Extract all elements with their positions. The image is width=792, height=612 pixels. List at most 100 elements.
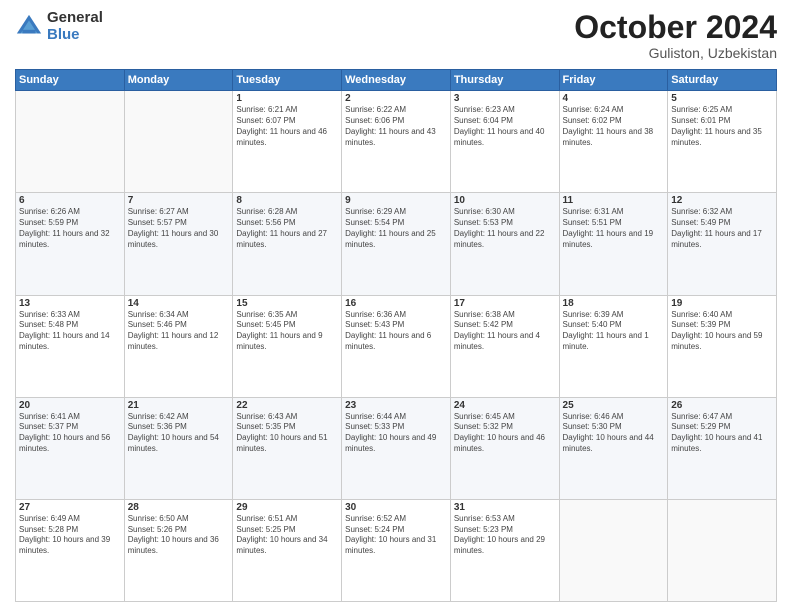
calendar-location: Guliston, Uzbekistan	[574, 45, 777, 61]
col-thursday: Thursday	[450, 70, 559, 91]
table-row: 14Sunrise: 6:34 AMSunset: 5:46 PMDayligh…	[124, 295, 233, 397]
table-row: 15Sunrise: 6:35 AMSunset: 5:45 PMDayligh…	[233, 295, 342, 397]
day-number: 2	[345, 93, 447, 104]
day-number: 30	[345, 502, 447, 513]
day-info: Sunrise: 6:46 AMSunset: 5:30 PMDaylight:…	[563, 412, 665, 455]
calendar-week-row: 1Sunrise: 6:21 AMSunset: 6:07 PMDaylight…	[16, 91, 777, 193]
day-info: Sunrise: 6:21 AMSunset: 6:07 PMDaylight:…	[236, 105, 338, 148]
table-row: 26Sunrise: 6:47 AMSunset: 5:29 PMDayligh…	[668, 397, 777, 499]
day-number: 15	[236, 298, 338, 309]
day-number: 17	[454, 298, 556, 309]
table-row: 25Sunrise: 6:46 AMSunset: 5:30 PMDayligh…	[559, 397, 668, 499]
table-row	[124, 91, 233, 193]
col-friday: Friday	[559, 70, 668, 91]
calendar-week-row: 13Sunrise: 6:33 AMSunset: 5:48 PMDayligh…	[16, 295, 777, 397]
day-info: Sunrise: 6:36 AMSunset: 5:43 PMDaylight:…	[345, 310, 447, 353]
day-info: Sunrise: 6:28 AMSunset: 5:56 PMDaylight:…	[236, 207, 338, 250]
table-row: 22Sunrise: 6:43 AMSunset: 5:35 PMDayligh…	[233, 397, 342, 499]
table-row	[668, 499, 777, 601]
day-number: 7	[128, 195, 230, 206]
logo-icon	[15, 13, 43, 41]
day-info: Sunrise: 6:25 AMSunset: 6:01 PMDaylight:…	[671, 105, 773, 148]
table-row: 24Sunrise: 6:45 AMSunset: 5:32 PMDayligh…	[450, 397, 559, 499]
day-info: Sunrise: 6:42 AMSunset: 5:36 PMDaylight:…	[128, 412, 230, 455]
page: General Blue October 2024 Guliston, Uzbe…	[0, 0, 792, 612]
day-info: Sunrise: 6:45 AMSunset: 5:32 PMDaylight:…	[454, 412, 556, 455]
table-row: 1Sunrise: 6:21 AMSunset: 6:07 PMDaylight…	[233, 91, 342, 193]
table-row: 30Sunrise: 6:52 AMSunset: 5:24 PMDayligh…	[342, 499, 451, 601]
day-info: Sunrise: 6:22 AMSunset: 6:06 PMDaylight:…	[345, 105, 447, 148]
day-info: Sunrise: 6:52 AMSunset: 5:24 PMDaylight:…	[345, 514, 447, 557]
table-row: 5Sunrise: 6:25 AMSunset: 6:01 PMDaylight…	[668, 91, 777, 193]
day-info: Sunrise: 6:26 AMSunset: 5:59 PMDaylight:…	[19, 207, 121, 250]
logo: General Blue	[15, 10, 103, 43]
col-tuesday: Tuesday	[233, 70, 342, 91]
day-number: 12	[671, 195, 773, 206]
day-info: Sunrise: 6:49 AMSunset: 5:28 PMDaylight:…	[19, 514, 121, 557]
table-row: 9Sunrise: 6:29 AMSunset: 5:54 PMDaylight…	[342, 193, 451, 295]
day-info: Sunrise: 6:38 AMSunset: 5:42 PMDaylight:…	[454, 310, 556, 353]
day-info: Sunrise: 6:53 AMSunset: 5:23 PMDaylight:…	[454, 514, 556, 557]
day-number: 26	[671, 400, 773, 411]
table-row	[559, 499, 668, 601]
col-sunday: Sunday	[16, 70, 125, 91]
day-info: Sunrise: 6:44 AMSunset: 5:33 PMDaylight:…	[345, 412, 447, 455]
table-row: 6Sunrise: 6:26 AMSunset: 5:59 PMDaylight…	[16, 193, 125, 295]
day-number: 20	[19, 400, 121, 411]
day-info: Sunrise: 6:24 AMSunset: 6:02 PMDaylight:…	[563, 105, 665, 148]
day-number: 23	[345, 400, 447, 411]
header: General Blue October 2024 Guliston, Uzbe…	[15, 10, 777, 61]
calendar-week-row: 20Sunrise: 6:41 AMSunset: 5:37 PMDayligh…	[16, 397, 777, 499]
table-row: 18Sunrise: 6:39 AMSunset: 5:40 PMDayligh…	[559, 295, 668, 397]
day-info: Sunrise: 6:41 AMSunset: 5:37 PMDaylight:…	[19, 412, 121, 455]
title-block: October 2024 Guliston, Uzbekistan	[574, 10, 777, 61]
day-number: 11	[563, 195, 665, 206]
day-info: Sunrise: 6:23 AMSunset: 6:04 PMDaylight:…	[454, 105, 556, 148]
day-number: 9	[345, 195, 447, 206]
day-info: Sunrise: 6:31 AMSunset: 5:51 PMDaylight:…	[563, 207, 665, 250]
table-row: 19Sunrise: 6:40 AMSunset: 5:39 PMDayligh…	[668, 295, 777, 397]
calendar-week-row: 27Sunrise: 6:49 AMSunset: 5:28 PMDayligh…	[16, 499, 777, 601]
col-saturday: Saturday	[668, 70, 777, 91]
table-row: 31Sunrise: 6:53 AMSunset: 5:23 PMDayligh…	[450, 499, 559, 601]
col-wednesday: Wednesday	[342, 70, 451, 91]
logo-blue-text: Blue	[47, 27, 103, 44]
table-row: 20Sunrise: 6:41 AMSunset: 5:37 PMDayligh…	[16, 397, 125, 499]
table-row: 13Sunrise: 6:33 AMSunset: 5:48 PMDayligh…	[16, 295, 125, 397]
day-number: 24	[454, 400, 556, 411]
day-number: 10	[454, 195, 556, 206]
calendar-table: Sunday Monday Tuesday Wednesday Thursday…	[15, 69, 777, 602]
day-info: Sunrise: 6:29 AMSunset: 5:54 PMDaylight:…	[345, 207, 447, 250]
day-info: Sunrise: 6:32 AMSunset: 5:49 PMDaylight:…	[671, 207, 773, 250]
day-number: 1	[236, 93, 338, 104]
day-number: 3	[454, 93, 556, 104]
table-row	[16, 91, 125, 193]
day-info: Sunrise: 6:30 AMSunset: 5:53 PMDaylight:…	[454, 207, 556, 250]
calendar-header-row: Sunday Monday Tuesday Wednesday Thursday…	[16, 70, 777, 91]
day-info: Sunrise: 6:43 AMSunset: 5:35 PMDaylight:…	[236, 412, 338, 455]
day-number: 22	[236, 400, 338, 411]
table-row: 2Sunrise: 6:22 AMSunset: 6:06 PMDaylight…	[342, 91, 451, 193]
table-row: 4Sunrise: 6:24 AMSunset: 6:02 PMDaylight…	[559, 91, 668, 193]
table-row: 10Sunrise: 6:30 AMSunset: 5:53 PMDayligh…	[450, 193, 559, 295]
calendar-title: October 2024	[574, 10, 777, 45]
day-number: 14	[128, 298, 230, 309]
day-number: 6	[19, 195, 121, 206]
table-row: 3Sunrise: 6:23 AMSunset: 6:04 PMDaylight…	[450, 91, 559, 193]
table-row: 11Sunrise: 6:31 AMSunset: 5:51 PMDayligh…	[559, 193, 668, 295]
col-monday: Monday	[124, 70, 233, 91]
table-row: 12Sunrise: 6:32 AMSunset: 5:49 PMDayligh…	[668, 193, 777, 295]
table-row: 16Sunrise: 6:36 AMSunset: 5:43 PMDayligh…	[342, 295, 451, 397]
day-number: 25	[563, 400, 665, 411]
day-info: Sunrise: 6:50 AMSunset: 5:26 PMDaylight:…	[128, 514, 230, 557]
logo-general-text: General	[47, 10, 103, 27]
table-row: 7Sunrise: 6:27 AMSunset: 5:57 PMDaylight…	[124, 193, 233, 295]
day-number: 28	[128, 502, 230, 513]
day-info: Sunrise: 6:39 AMSunset: 5:40 PMDaylight:…	[563, 310, 665, 353]
table-row: 8Sunrise: 6:28 AMSunset: 5:56 PMDaylight…	[233, 193, 342, 295]
day-number: 29	[236, 502, 338, 513]
table-row: 23Sunrise: 6:44 AMSunset: 5:33 PMDayligh…	[342, 397, 451, 499]
day-info: Sunrise: 6:33 AMSunset: 5:48 PMDaylight:…	[19, 310, 121, 353]
table-row: 27Sunrise: 6:49 AMSunset: 5:28 PMDayligh…	[16, 499, 125, 601]
logo-text: General Blue	[47, 10, 103, 43]
